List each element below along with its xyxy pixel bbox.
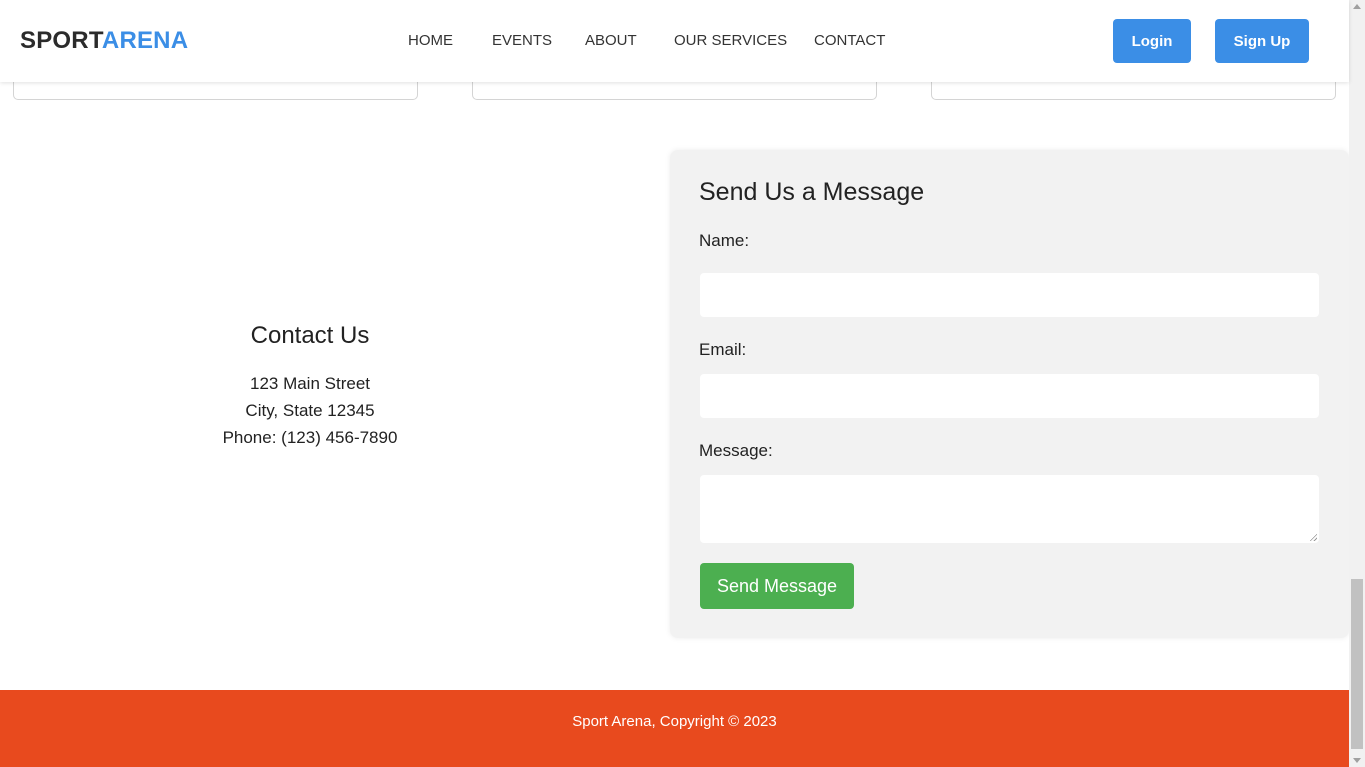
logo-sport: SPORT <box>20 27 102 54</box>
scroll-down-icon[interactable] <box>1353 758 1361 763</box>
message-label: Message: <box>699 441 773 460</box>
nav-events[interactable]: EVENTS <box>492 32 552 49</box>
form-title: Send Us a Message <box>699 178 925 206</box>
contact-city: City, State 12345 <box>245 401 375 420</box>
site-footer: Sport Arena, Copyright © 2023 <box>0 690 1349 767</box>
scrollbar-thumb[interactable] <box>1351 579 1363 749</box>
email-label: Email: <box>699 340 747 359</box>
signup-button[interactable]: Sign Up <box>1215 19 1309 63</box>
login-button[interactable]: Login <box>1113 19 1191 63</box>
email-input[interactable] <box>700 374 1319 418</box>
footer-copyright: Sport Arena, Copyright © 2023 <box>572 713 777 730</box>
nav-contact[interactable]: CONTACT <box>814 32 885 49</box>
contact-street: 123 Main Street <box>249 374 370 393</box>
send-message-button[interactable]: Send Message <box>700 563 854 609</box>
scroll-up-icon[interactable] <box>1353 4 1361 9</box>
name-input[interactable] <box>700 273 1319 317</box>
message-form: Send Us a Message Name: Email: Message: … <box>670 150 1349 638</box>
contact-heading: Contact Us <box>250 322 370 349</box>
site-header: SPORTARENA HOME EVENTS ABOUT OUR SERVICE… <box>0 0 1349 82</box>
name-label: Name: <box>699 231 750 250</box>
nav-our-services[interactable]: OUR SERVICES <box>674 32 787 49</box>
page-scrollbar[interactable] <box>1349 0 1365 767</box>
contact-phone: Phone: (123) 456-7890 <box>222 428 398 447</box>
message-textarea[interactable] <box>700 475 1319 543</box>
nav-about[interactable]: ABOUT <box>585 32 637 49</box>
resize-handle-icon[interactable] <box>1309 533 1317 541</box>
site-logo[interactable]: SPORTARENA <box>20 27 188 55</box>
logo-arena: ARENA <box>101 27 189 54</box>
nav-home[interactable]: HOME <box>408 32 453 49</box>
